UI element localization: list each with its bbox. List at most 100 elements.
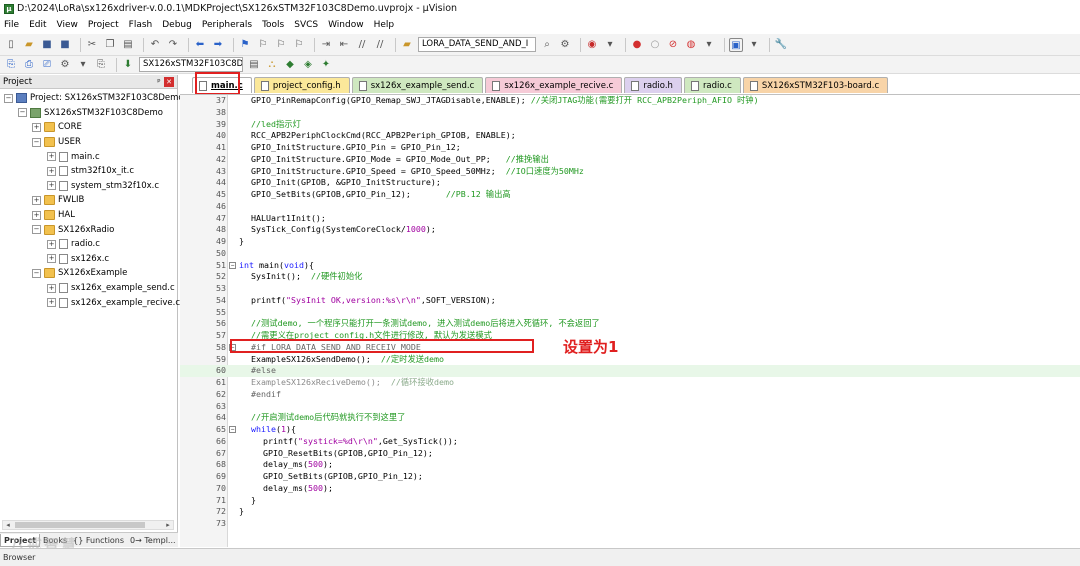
code-line[interactable]: 47 HALUart1Init(); — [180, 213, 1080, 225]
next-bookmark-icon[interactable]: ⚐ — [274, 38, 288, 52]
code-line[interactable]: 38 — [180, 107, 1080, 119]
cut-icon[interactable]: ✂ — [85, 38, 99, 52]
code-line[interactable]: 56 //测试demo, 一个程序只能打开一条测试demo, 进入测试demo后将… — [180, 318, 1080, 330]
batch-build-icon[interactable]: ⚙ — [58, 58, 72, 72]
scroll-right-icon[interactable]: ▸ — [163, 521, 173, 529]
code-line[interactable]: 54 printf("SysInit OK,version:%s\r\n",SOF… — [180, 295, 1080, 307]
tree-item-target[interactable]: − SX126xSTM32F103C8Demo — [0, 106, 177, 121]
code-line[interactable]: 45 GPIO_SetBits(GPIOB,GPIO_Pin_12); //PB.… — [180, 189, 1080, 201]
expand-icon[interactable]: + — [47, 239, 56, 249]
expand-icon[interactable]: + — [47, 283, 56, 293]
code-line[interactable]: 67 GPIO_ResetBits(GPIOB,GPIO_Pin_12); — [180, 448, 1080, 460]
code-line[interactable]: 42 GPIO_InitStructure.GPIO_Mode = GPIO_Mo… — [180, 154, 1080, 166]
find-combo[interactable]: LORA_DATA_SEND_AND_I — [418, 37, 536, 52]
tree-item-file-radio[interactable]: + radio.c — [0, 237, 177, 252]
menu-project[interactable]: Project — [88, 20, 119, 30]
download-icon[interactable]: ⎘ — [94, 58, 108, 72]
tree-item-project-root[interactable]: − Project: SX126xSTM32F103C8Demo — [0, 91, 184, 106]
expand-icon[interactable]: + — [32, 210, 41, 220]
load-icon[interactable]: ⬇ — [121, 58, 135, 72]
code-line[interactable]: 39 //led指示灯 — [180, 119, 1080, 131]
menu-svcs[interactable]: SVCS — [294, 20, 318, 30]
kill-all-breakpoints-icon[interactable]: ◍ — [684, 38, 698, 52]
fold-toggle-icon[interactable]: − — [229, 261, 236, 269]
tree-item-file-example-send[interactable]: + sx126x_example_send.c — [0, 281, 177, 296]
code-line[interactable]: 59 ExampleSX126xSendDemo(); //定时发送demo — [180, 354, 1080, 366]
code-line[interactable]: 46 — [180, 201, 1080, 213]
scrollbar-thumb[interactable] — [15, 522, 145, 528]
target-options-icon[interactable]: ▤ — [247, 58, 261, 72]
menu-view[interactable]: View — [57, 20, 78, 30]
code-line[interactable]: 71} — [180, 495, 1080, 507]
tree-item-folder-fwlib[interactable]: + FWLIB — [0, 193, 177, 208]
tab-example-send-c[interactable]: sx126x_example_send.c — [351, 77, 484, 93]
tab-radio-h[interactable]: radio.h — [624, 77, 682, 93]
code-line[interactable]: 49} — [180, 236, 1080, 248]
save-all-icon[interactable]: ■ — [58, 38, 72, 52]
tree-item-folder-core[interactable]: + CORE — [0, 120, 177, 135]
menu-debug[interactable]: Debug — [162, 20, 192, 30]
tree-item-folder-user[interactable]: − USER — [0, 135, 177, 150]
expand-icon[interactable]: + — [47, 152, 56, 162]
expand-icon[interactable]: + — [47, 298, 56, 308]
pin-icon[interactable]: ᵖ — [154, 77, 164, 86]
collapse-icon[interactable]: − — [4, 93, 13, 103]
code-line[interactable]: 63 — [180, 401, 1080, 413]
debug-session-icon[interactable]: ◉ — [585, 38, 599, 52]
code-line[interactable]: 53 — [180, 283, 1080, 295]
select-packs-icon[interactable]: ◈ — [301, 58, 315, 72]
code-line[interactable]: 62 #endif — [180, 389, 1080, 401]
indent-icon[interactable]: ⇥ — [319, 38, 333, 52]
code-line[interactable]: 72} — [180, 506, 1080, 518]
configure-icon[interactable]: 🔧 — [774, 38, 788, 52]
close-icon[interactable]: ✕ — [164, 76, 174, 87]
expand-icon[interactable]: + — [32, 122, 41, 132]
code-line[interactable]: 65− while(1){ — [180, 424, 1080, 436]
incremental-find-icon[interactable]: ⚙ — [558, 38, 572, 52]
navigate-back-icon[interactable]: ⬅ — [193, 38, 207, 52]
open-file-icon[interactable]: ▰ — [22, 38, 36, 52]
expand-icon[interactable]: + — [47, 181, 56, 191]
tree-item-folder-sx126xradio[interactable]: − SX126xRadio — [0, 222, 177, 237]
tree-item-folder-hal[interactable]: + HAL — [0, 208, 177, 223]
expand-icon[interactable]: + — [32, 195, 41, 205]
code-line[interactable]: 40 RCC_APB2PeriphClockCmd(RCC_APB2Periph_… — [180, 130, 1080, 142]
menu-file[interactable]: File — [4, 20, 19, 30]
code-line[interactable]: 64 //开启测试demo后代码就执行不到这里了 — [180, 412, 1080, 424]
code-area[interactable]: 37 GPIO_PinRemapConfig(GPIO_Remap_SWJ_JTA… — [180, 94, 1080, 547]
copy-icon[interactable]: ❐ — [103, 38, 117, 52]
collapse-icon[interactable]: − — [18, 108, 27, 118]
bookmark-icon[interactable]: ⚑ — [238, 38, 252, 52]
uncomment-icon[interactable]: // — [373, 38, 387, 52]
tree-item-file-main[interactable]: + main.c — [0, 149, 177, 164]
menu-flash[interactable]: Flash — [129, 20, 153, 30]
tab-main-c[interactable]: main.c — [192, 77, 252, 93]
chevron-down-icon[interactable]: ▾ — [76, 58, 90, 72]
tree-item-file-stm32f10x-it[interactable]: + stm32f10x_it.c — [0, 164, 177, 179]
chevron-down-icon[interactable]: ▾ — [702, 38, 716, 52]
tab-example-recive-c[interactable]: sx126x_example_recive.c — [485, 77, 623, 93]
code-line[interactable]: 73 — [180, 518, 1080, 530]
code-line[interactable]: 61 ExampleSX126xReciveDemo(); //循环接收demo — [180, 377, 1080, 389]
project-horizontal-scrollbar[interactable]: ◂ ▸ — [2, 520, 174, 530]
menu-peripherals[interactable]: Peripherals — [202, 20, 252, 30]
code-line[interactable]: 52 SysInit(); //硬件初始化 — [180, 271, 1080, 283]
save-icon[interactable]: ■ — [40, 38, 54, 52]
tree-item-file-sx126x[interactable]: + sx126x.c — [0, 252, 177, 267]
tab-books[interactable]: Books — [40, 534, 70, 547]
code-line[interactable]: 55 — [180, 307, 1080, 319]
code-line[interactable]: 70 delay_ms(500); — [180, 483, 1080, 495]
code-line[interactable]: 69 GPIO_SetBits(GPIOB,GPIO_Pin_12); — [180, 471, 1080, 483]
menu-help[interactable]: Help — [374, 20, 395, 30]
chevron-down-icon[interactable]: ▾ — [747, 38, 761, 52]
code-line[interactable]: 41 GPIO_InitStructure.GPIO_Pin = GPIO_Pin… — [180, 142, 1080, 154]
code-line[interactable]: 68 delay_ms(500); — [180, 459, 1080, 471]
find-icon[interactable]: ⌕ — [540, 38, 554, 52]
collapse-icon[interactable]: − — [32, 137, 41, 147]
build-icon[interactable]: ⎙ — [22, 58, 36, 72]
navigate-forward-icon[interactable]: ➡ — [211, 38, 225, 52]
menu-tools[interactable]: Tools — [262, 20, 284, 30]
fold-toggle-icon[interactable]: − — [229, 343, 236, 351]
code-line[interactable]: 37 GPIO_PinRemapConfig(GPIO_Remap_SWJ_JTA… — [180, 95, 1080, 107]
tab-radio-c[interactable]: radio.c — [683, 77, 741, 93]
